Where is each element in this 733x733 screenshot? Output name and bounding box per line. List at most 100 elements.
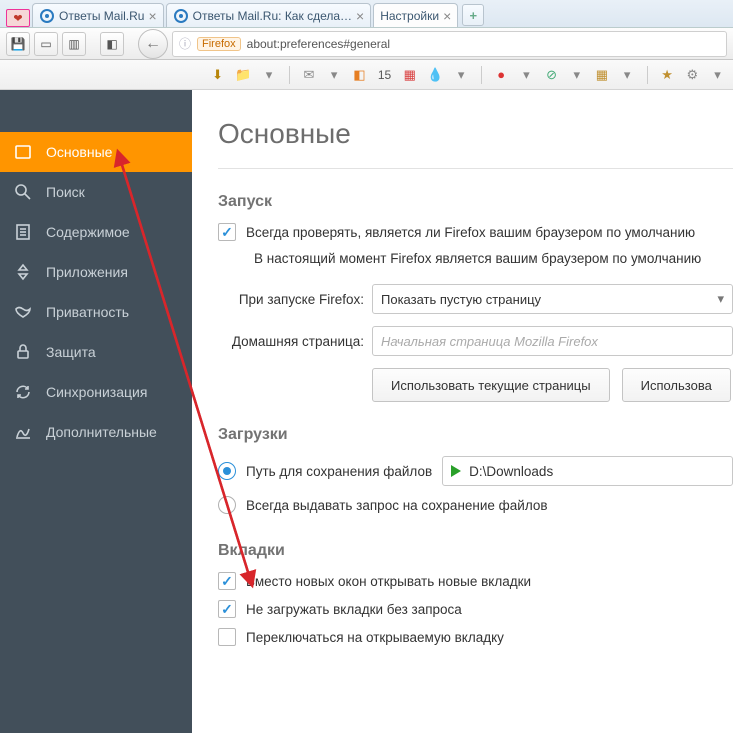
download-ask-row: Всегда выдавать запрос на сохранение фай… [218,496,733,514]
sidebar-label: Приложения [46,264,128,280]
play-icon [451,465,461,477]
checkbox-switch-to-tab[interactable] [218,628,236,646]
radio-always-ask[interactable] [218,496,236,514]
download-path-row: Путь для сохранения файлов D:\Downloads [218,456,733,486]
lock-icon [14,343,32,361]
dropdown-icon[interactable]: ▾ [454,66,469,84]
tab-label: Настройки [380,9,439,23]
new-tab-button[interactable]: + [462,4,484,26]
checkbox-label: Переключаться на открываемую вкладку [246,630,504,645]
dropdown-icon[interactable]: ▾ [327,66,342,84]
tab-label: Ответы Mail.Ru: Как сдела… [193,9,352,23]
sync-icon [14,383,32,401]
drop-icon[interactable]: 💧 [427,66,443,84]
checkbox-dont-load-tabs[interactable] [218,600,236,618]
mailru-favicon [39,8,55,24]
content-icon [14,223,32,241]
image-icon[interactable]: ▥ [62,32,86,56]
use-current-pages-button[interactable]: Использовать текущие страницы [372,368,610,402]
browser-tab-active[interactable]: Настройки × [373,3,458,27]
red-dot-icon[interactable]: ● [494,66,509,84]
browser-toolbar: 💾 ▭ ▥ ◧ ← ⓘ Firefox [0,28,733,60]
preferences-page: Основные Поиск Содержимое Приложения При… [0,90,733,733]
sidebar-label: Основные [46,144,112,160]
homepage-row: Домашняя страница: Начальная страница Mo… [218,326,733,356]
checkbox-new-windows-as-tabs[interactable] [218,572,236,590]
window-icon[interactable]: ◧ [100,32,124,56]
dropdown-icon[interactable]: ▾ [710,66,725,84]
sidebar-label: Содержимое [46,224,130,240]
down-arrow-icon[interactable]: ⬇ [210,66,225,84]
radio-label: Всегда выдавать запрос на сохранение фай… [246,498,548,513]
radio-save-path[interactable] [218,462,236,480]
homepage-input[interactable]: Начальная страница Mozilla Firefox [372,326,733,356]
dropdown-icon[interactable]: ▾ [519,66,534,84]
checkbox-label: Всегда проверять, является ли Firefox ва… [246,225,695,240]
section-downloads-title: Загрузки [218,426,733,444]
sidebar-item-general[interactable]: Основные [0,132,192,172]
advanced-icon [14,423,32,441]
gear-icon[interactable]: ⚙ [685,66,700,84]
sidebar-item-sync[interactable]: Синхронизация [0,372,192,412]
sidebar-item-content[interactable]: Содержимое [0,212,192,252]
orange-square-icon[interactable]: ◧ [352,66,367,84]
tabs-noload-row: Не загружать вкладки без запроса [218,600,733,618]
back-button[interactable]: ← [138,29,168,59]
sidebar-item-advanced[interactable]: Дополнительные [0,412,192,452]
apps-icon [14,263,32,281]
dropdown-icon[interactable]: ▾ [620,66,635,84]
mail-icon[interactable]: ✉ [301,66,316,84]
calendar-icon[interactable]: ▦ [402,66,417,84]
default-browser-check-row: Всегда проверять, является ли Firefox ва… [218,223,733,241]
general-icon [14,143,32,161]
doc-icon[interactable]: ▭ [34,32,58,56]
default-browser-note: В настоящий момент Firefox является ваши… [218,251,733,266]
browser-tab[interactable]: Ответы Mail.Ru: Как сдела… × [166,3,372,27]
button-label: Использовать текущие страницы [391,378,591,393]
sidebar-item-applications[interactable]: Приложения [0,252,192,292]
homepage-label: Домашняя страница: [218,334,364,349]
tab-close-icon[interactable]: × [356,8,364,24]
on-start-select[interactable]: Показать пустую страницу [372,284,733,314]
sidebar-item-search[interactable]: Поиск [0,172,192,212]
star-icon[interactable]: ★ [660,66,675,84]
grid-icon[interactable]: ▦ [594,66,609,84]
radio-label: Путь для сохранения файлов [246,464,432,479]
sidebar-label: Приватность [46,304,129,320]
preferences-content: Основные Запуск Всегда проверять, являет… [192,90,733,733]
tab-close-icon[interactable]: × [148,8,156,24]
firefox-pill: Firefox [197,37,241,51]
sidebar-label: Поиск [46,184,85,200]
tab-label: Ответы Mail.Ru [59,9,144,23]
homepage-buttons: Использовать текущие страницы Использова [218,368,733,402]
url-input[interactable] [247,37,720,51]
sidebar-item-security[interactable]: Защита [0,332,192,372]
use-bookmark-button[interactable]: Использова [622,368,731,402]
section-startup-title: Запуск [218,193,733,211]
download-path-value: D:\Downloads [469,464,553,479]
on-start-label: При запуске Firefox: [218,292,364,307]
checkbox-label: Вместо новых окон открывать новые вкладк… [246,574,531,589]
block-icon[interactable]: ⊘ [544,66,559,84]
badge-count: 15 [377,66,392,84]
on-start-row: При запуске Firefox: Показать пустую стр… [218,284,733,314]
sidebar-item-privacy[interactable]: Приватность [0,292,192,332]
select-value: Показать пустую страницу [381,292,541,307]
download-path-field[interactable]: D:\Downloads [442,456,733,486]
section-tabs-title: Вкладки [218,542,733,560]
address-bar[interactable]: ⓘ Firefox [172,31,727,57]
save-icon[interactable]: 💾 [6,32,30,56]
tabs-newwin-row: Вместо новых окон открывать новые вкладк… [218,572,733,590]
mailru-favicon [173,8,189,24]
dropdown-icon[interactable]: ▾ [569,66,584,84]
placeholder-text: Начальная страница Mozilla Firefox [381,334,598,349]
tab-close-icon[interactable]: × [443,8,451,24]
browser-tab[interactable]: Ответы Mail.Ru × [32,3,164,27]
heart-button[interactable]: ❤ [6,9,30,27]
page-title: Основные [218,118,733,150]
dropdown-icon[interactable]: ▾ [261,66,276,84]
preferences-sidebar: Основные Поиск Содержимое Приложения При… [0,90,192,733]
checkbox-default-browser[interactable] [218,223,236,241]
bookmarks-toolbar: ⬇ 📁 ▾ ✉ ▾ ◧ 15 ▦ 💧 ▾ ● ▾ ⊘ ▾ ▦ ▾ ★ ⚙ ▾ [0,60,733,90]
folder-icon[interactable]: 📁 [235,66,251,84]
